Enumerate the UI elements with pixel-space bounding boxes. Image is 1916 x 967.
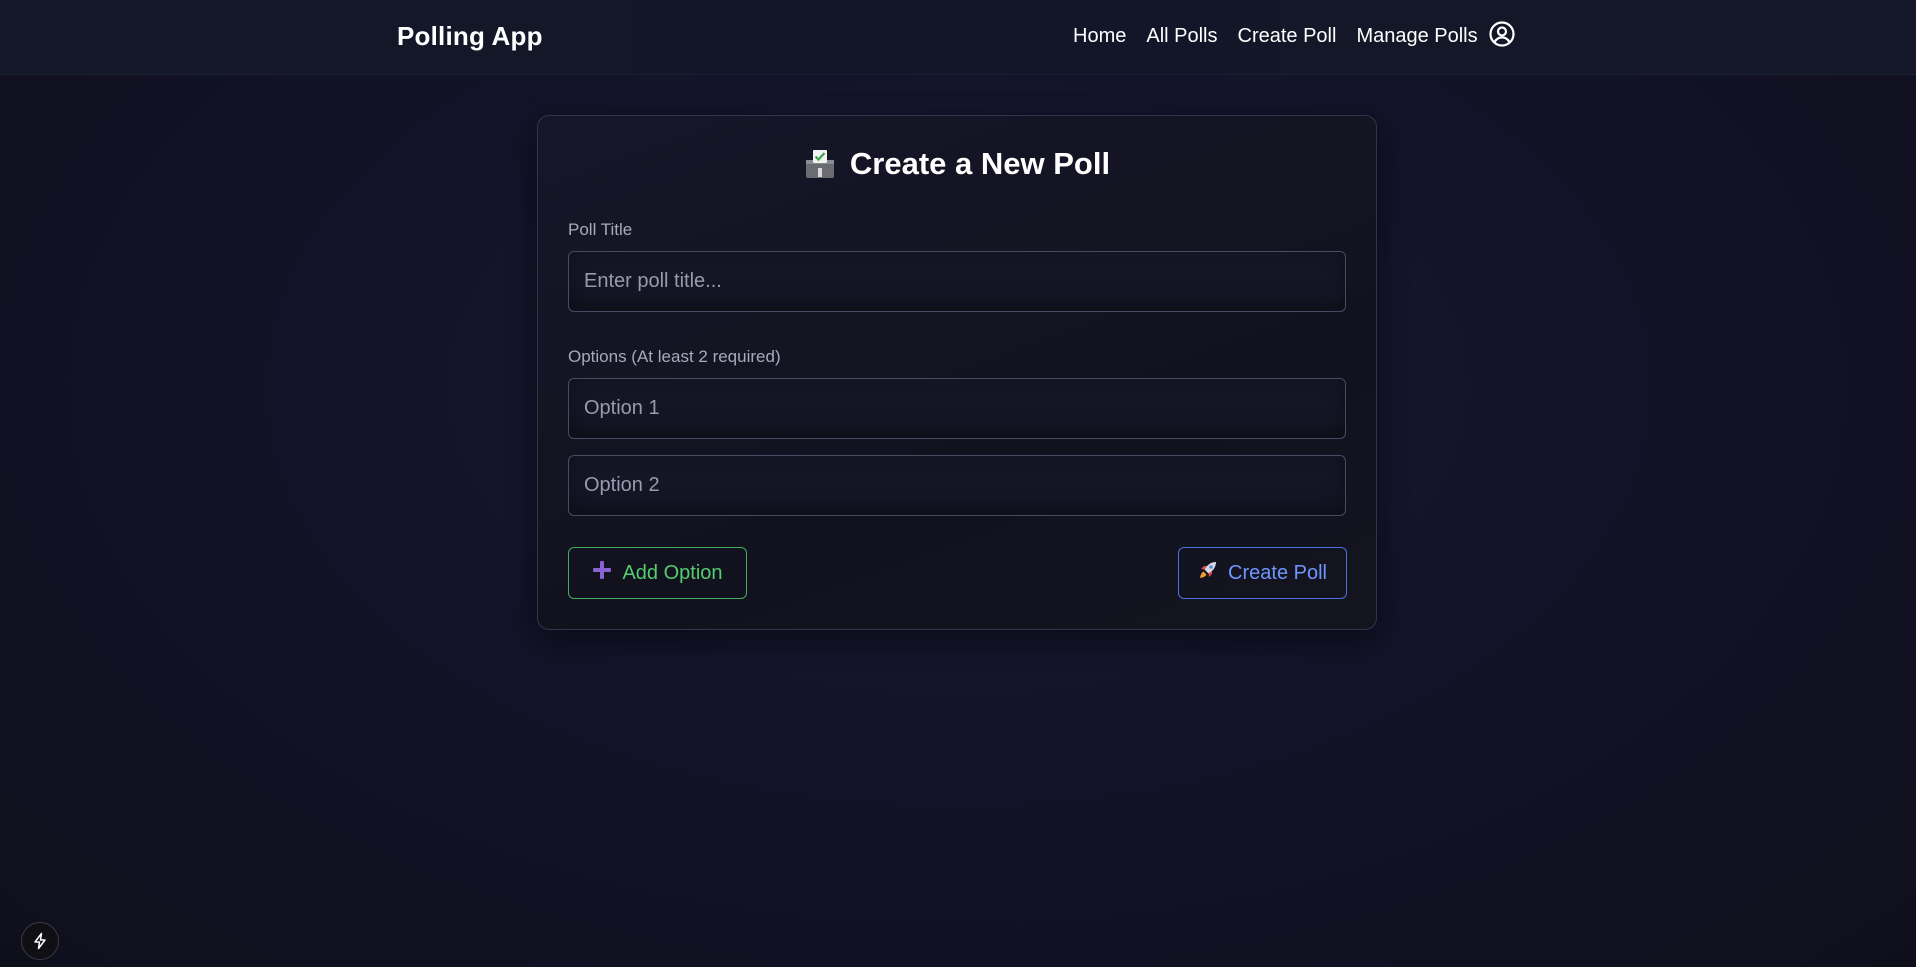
page-title: Create a New Poll — [849, 146, 1111, 181]
rocket-icon — [1198, 560, 1218, 586]
create-poll-label: Create Poll — [1228, 561, 1327, 584]
user-circle-icon[interactable] — [1488, 20, 1516, 48]
nav-link-manage-polls[interactable]: Manage Polls — [1356, 25, 1477, 48]
add-option-label: Add Option — [622, 561, 723, 584]
nav-links: Home All Polls Create Poll Manage Polls — [1073, 25, 1478, 48]
add-option-button[interactable]: Add Option — [568, 547, 747, 599]
poll-title-label: Poll Title — [568, 220, 633, 239]
nav-link-home[interactable]: Home — [1073, 25, 1126, 48]
nav-link-create-poll[interactable]: Create Poll — [1238, 25, 1337, 48]
nav-link-all-polls[interactable]: All Polls — [1146, 25, 1217, 48]
options-label: Options (At least 2 required) — [568, 347, 781, 366]
create-poll-card: Create a New Poll Poll Title Options (At… — [537, 115, 1377, 630]
create-poll-button[interactable]: Create Poll — [1178, 547, 1347, 599]
lightning-icon[interactable] — [21, 922, 59, 960]
poll-title-input[interactable] — [568, 251, 1346, 312]
card-header: Create a New Poll — [538, 146, 1376, 182]
plus-icon — [592, 560, 612, 586]
ballot-box-icon — [804, 148, 836, 180]
option-2-input[interactable] — [568, 455, 1346, 516]
option-1-input[interactable] — [568, 378, 1346, 439]
brand-logo[interactable]: Polling App — [397, 21, 543, 52]
navbar: Polling App Home All Polls Create Poll M… — [0, 0, 1916, 75]
